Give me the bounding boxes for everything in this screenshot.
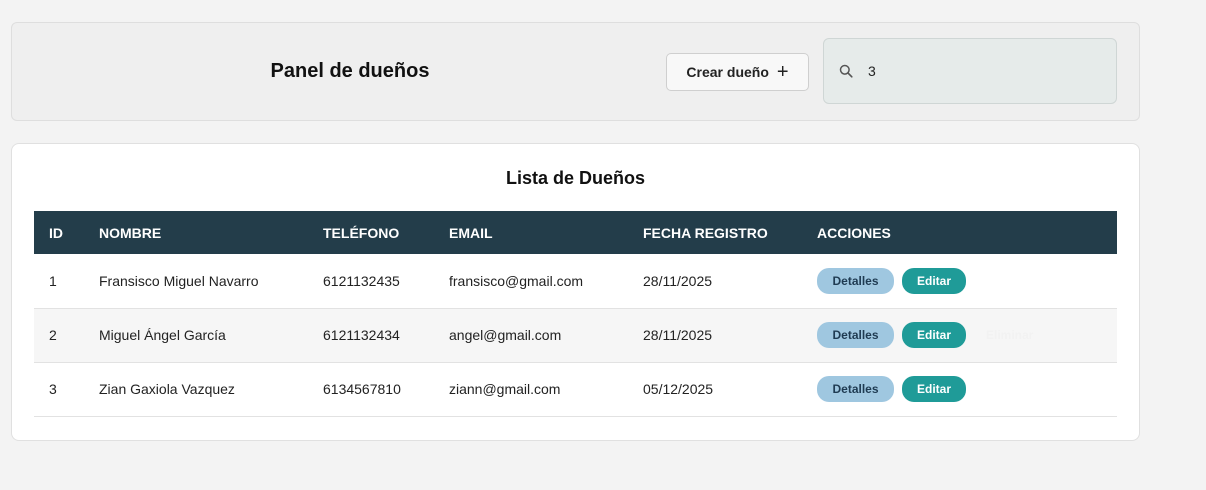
cell-id: 3 xyxy=(49,381,57,397)
plus-icon: + xyxy=(776,61,789,83)
table-row: 3 Zian Gaxiola Vazquez 6134567810 ziann@… xyxy=(34,362,1117,416)
cell-name: Fransisco Miguel Navarro xyxy=(99,272,259,289)
search-box[interactable] xyxy=(823,38,1117,104)
owners-table: ID NOMBRE TELÉFONO EMAIL FECHA REGISTRO … xyxy=(34,211,1117,417)
edit-button[interactable]: Editar xyxy=(902,322,966,348)
details-button[interactable]: Detalles xyxy=(817,267,894,294)
column-header-id: ID xyxy=(49,224,63,241)
search-icon xyxy=(836,61,856,81)
list-title: Lista de Dueños xyxy=(505,168,646,188)
cell-actions: Detalles Editar Eliminar xyxy=(802,308,1117,362)
edit-button[interactable]: Editar xyxy=(902,267,966,294)
column-header-name: NOMBRE xyxy=(99,224,162,241)
column-header-date: FECHA REGISTRO xyxy=(643,224,768,241)
table-row: 2 Miguel Ángel García 6121132434 angel@g… xyxy=(34,308,1117,362)
details-button[interactable]: Detalles xyxy=(817,322,894,348)
column-header-email: EMAIL xyxy=(449,224,493,241)
cell-id: 1 xyxy=(49,272,57,289)
delete-button[interactable]: Eliminar xyxy=(974,322,1045,348)
cell-phone: 6121132435 xyxy=(323,272,400,289)
column-header-actions: ACCIONES xyxy=(817,224,891,241)
cell-actions: Detalles Editar xyxy=(802,254,1117,308)
cell-name: Zian Gaxiola Vazquez xyxy=(99,381,235,397)
page-title: Panel de dueños xyxy=(270,60,430,82)
cell-date: 05/12/2025 xyxy=(643,381,714,397)
cell-email: fransisco@gmail.com xyxy=(449,272,584,289)
column-header-phone: TELÉFONO xyxy=(323,224,400,241)
cell-email: ziann@gmail.com xyxy=(449,381,561,397)
cell-date: 28/11/2025 xyxy=(643,272,713,289)
cell-actions: Detalles Editar xyxy=(802,362,1117,416)
cell-name: Miguel Ángel García xyxy=(99,327,226,343)
edit-button[interactable]: Editar xyxy=(902,376,966,402)
create-owner-label: Crear dueño xyxy=(686,64,769,80)
details-button[interactable]: Detalles xyxy=(817,376,894,402)
table-header-row: ID NOMBRE TELÉFONO EMAIL FECHA REGISTRO … xyxy=(34,211,1117,254)
cell-email: angel@gmail.com xyxy=(449,327,562,343)
cell-date: 28/11/2025 xyxy=(643,327,713,343)
create-owner-button[interactable]: Crear dueño + xyxy=(666,53,809,91)
table-row: 1 Fransisco Miguel Navarro 6121132435 fr… xyxy=(34,254,1117,308)
cell-id: 2 xyxy=(49,327,57,343)
cell-phone: 6121132434 xyxy=(323,327,400,343)
search-input[interactable] xyxy=(868,63,1098,79)
cell-phone: 6134567810 xyxy=(323,381,401,397)
